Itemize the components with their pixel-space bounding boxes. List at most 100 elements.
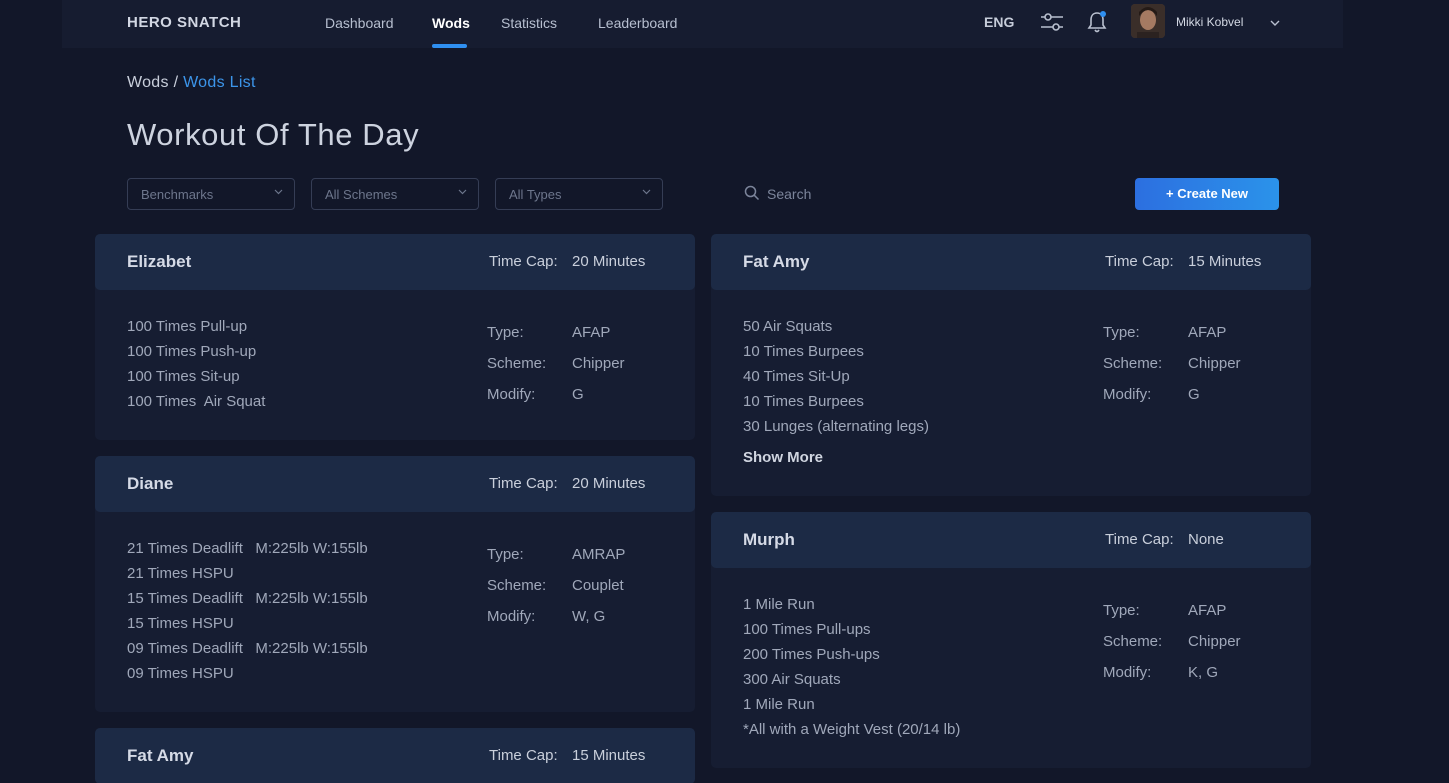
- exercise-item: 09 Times Deadlift M:225lb W:155lb: [127, 640, 368, 657]
- modify-label: Modify:: [1103, 664, 1152, 681]
- wod-card-header: Elizabet Time Cap: 20 Minutes: [95, 234, 695, 290]
- exercise-item: 1 Mile Run: [743, 696, 815, 713]
- exercise-item: 100 Times Pull-ups: [743, 621, 871, 638]
- time-cap-label: Time Cap:: [1105, 253, 1174, 270]
- language-selector[interactable]: ENG: [984, 14, 1014, 30]
- exercise-item: 30 Lunges (alternating legs): [743, 418, 929, 435]
- time-cap-value: 15 Minutes: [1188, 253, 1262, 270]
- search-placeholder: Search: [767, 186, 812, 202]
- breadcrumb-current: Wods List: [183, 74, 256, 91]
- type-label: Type:: [487, 324, 524, 341]
- time-cap-label: Time Cap:: [489, 253, 558, 270]
- exercise-item: 21 Times HSPU: [127, 565, 234, 582]
- exercise-list: 100 Times Pull-up 100 Times Push-up 100 …: [127, 314, 265, 414]
- modify-label: Modify:: [1103, 386, 1152, 403]
- scheme-value: Chipper: [1188, 355, 1241, 372]
- exercise-item: 21 Times Deadlift M:225lb W:155lb: [127, 540, 368, 557]
- time-cap-value: 20 Minutes: [572, 475, 646, 492]
- page-title: Workout Of The Day: [127, 117, 420, 152]
- notification-bell-icon[interactable]: [1087, 10, 1107, 34]
- schemes-select-value: All Schemes: [325, 187, 398, 202]
- time-cap-label: Time Cap:: [489, 747, 558, 764]
- scheme-label: Scheme:: [487, 355, 547, 372]
- scheme-value: Couplet: [572, 577, 624, 594]
- types-select-value: All Types: [509, 187, 562, 202]
- show-more-link[interactable]: Show More: [743, 445, 929, 470]
- scheme-label: Scheme:: [487, 577, 547, 594]
- scheme-value: Chipper: [1188, 633, 1241, 650]
- wod-meta: Type: AMRAP Scheme: Couplet Modify: W, G: [487, 546, 625, 639]
- chevron-down-icon: [642, 189, 651, 195]
- wod-card-fat-amy[interactable]: Fat Amy Time Cap: 15 Minutes: [95, 728, 695, 783]
- type-value: AFAP: [1188, 324, 1227, 341]
- user-avatar[interactable]: [1131, 4, 1165, 38]
- nav-wods[interactable]: Wods: [432, 15, 470, 31]
- create-new-label: Create New: [1177, 186, 1249, 201]
- modify-label: Modify:: [487, 608, 536, 625]
- chevron-down-icon: [274, 189, 283, 195]
- type-value: AMRAP: [572, 546, 626, 563]
- wod-card-header: Diane Time Cap: 20 Minutes: [95, 456, 695, 512]
- exercise-item: 300 Air Squats: [743, 671, 841, 688]
- nav-active-indicator: [432, 44, 467, 48]
- exercise-item: 100 Times Sit-up: [127, 368, 240, 385]
- wod-card-header: Murph Time Cap: None: [711, 512, 1311, 568]
- brand-logo[interactable]: HERO SNATCH: [127, 14, 241, 31]
- modify-value: G: [572, 386, 584, 403]
- wod-name: Elizabet: [127, 252, 192, 271]
- exercise-item: 100 Times Pull-up: [127, 318, 248, 335]
- exercise-item: 10 Times Burpees: [743, 393, 864, 410]
- exercise-item: 100 Times Push-up: [127, 343, 257, 360]
- wod-card-header: Fat Amy Time Cap: 15 Minutes: [711, 234, 1311, 290]
- exercise-item: 50 Air Squats: [743, 318, 833, 335]
- exercise-item: 40 Times Sit-Up: [743, 368, 850, 385]
- exercise-item: 15 Times Deadlift M:225lb W:155lb: [127, 590, 368, 607]
- time-cap-value: 15 Minutes: [572, 747, 646, 764]
- create-new-button[interactable]: + Create New: [1135, 178, 1279, 210]
- wod-card-header: Fat Amy Time Cap: 15 Minutes: [95, 728, 695, 783]
- wod-card-fat-amy[interactable]: Fat Amy Time Cap: 15 Minutes 50 Air Squa…: [711, 234, 1311, 496]
- filter-settings-icon[interactable]: [1040, 12, 1064, 32]
- wod-name: Murph: [743, 530, 795, 549]
- type-value: AFAP: [1188, 602, 1227, 619]
- exercise-item: *All with a Weight Vest (20/14 lb): [743, 721, 961, 738]
- nav-leaderboard[interactable]: Leaderboard: [598, 15, 677, 31]
- wod-card-elizabet[interactable]: Elizabet Time Cap: 20 Minutes 100 Times …: [95, 234, 695, 440]
- benchmarks-select-value: Benchmarks: [141, 187, 214, 202]
- type-value: AFAP: [572, 324, 611, 341]
- wod-name: Diane: [127, 474, 174, 493]
- wod-card-diane[interactable]: Diane Time Cap: 20 Minutes 21 Times Dead…: [95, 456, 695, 712]
- benchmarks-select[interactable]: Benchmarks: [127, 178, 295, 210]
- wod-name: Fat Amy: [127, 746, 194, 765]
- scheme-label: Scheme:: [1103, 633, 1163, 650]
- modify-value: G: [1188, 386, 1200, 403]
- exercise-item: 1 Mile Run: [743, 596, 815, 613]
- type-label: Type:: [1103, 324, 1140, 341]
- breadcrumb-separator: /: [173, 74, 179, 91]
- exercise-list: 21 Times Deadlift M:225lb W:155lb 21 Tim…: [127, 536, 368, 686]
- wod-meta: Type: AFAP Scheme: Chipper Modify: K, G: [1103, 602, 1241, 695]
- time-cap-value: None: [1188, 531, 1224, 548]
- time-cap-label: Time Cap:: [1105, 531, 1174, 548]
- nav-statistics[interactable]: Statistics: [501, 15, 557, 31]
- exercise-item: 09 Times HSPU: [127, 665, 234, 682]
- exercise-item: 15 Times HSPU: [127, 615, 234, 632]
- chevron-down-icon[interactable]: [1270, 19, 1280, 27]
- type-label: Type:: [487, 546, 524, 563]
- modify-label: Modify:: [487, 386, 536, 403]
- exercise-list: 50 Air Squats 10 Times Burpees 40 Times …: [743, 314, 929, 470]
- time-cap-label: Time Cap:: [489, 475, 558, 492]
- exercise-item: 200 Times Push-ups: [743, 646, 880, 663]
- user-name[interactable]: Mikki Kobvel: [1176, 15, 1243, 29]
- search-input[interactable]: Search: [744, 185, 811, 204]
- breadcrumb: Wods / Wods List: [127, 74, 256, 92]
- nav-dashboard[interactable]: Dashboard: [325, 15, 394, 31]
- schemes-select[interactable]: All Schemes: [311, 178, 479, 210]
- plus-icon: +: [1165, 186, 1174, 201]
- time-cap-value: 20 Minutes: [572, 253, 646, 270]
- wod-meta: Type: AFAP Scheme: Chipper Modify: G: [487, 324, 625, 417]
- breadcrumb-parent[interactable]: Wods: [127, 74, 169, 91]
- wod-name: Fat Amy: [743, 252, 810, 271]
- wod-card-murph[interactable]: Murph Time Cap: None 1 Mile Run 100 Time…: [711, 512, 1311, 768]
- types-select[interactable]: All Types: [495, 178, 663, 210]
